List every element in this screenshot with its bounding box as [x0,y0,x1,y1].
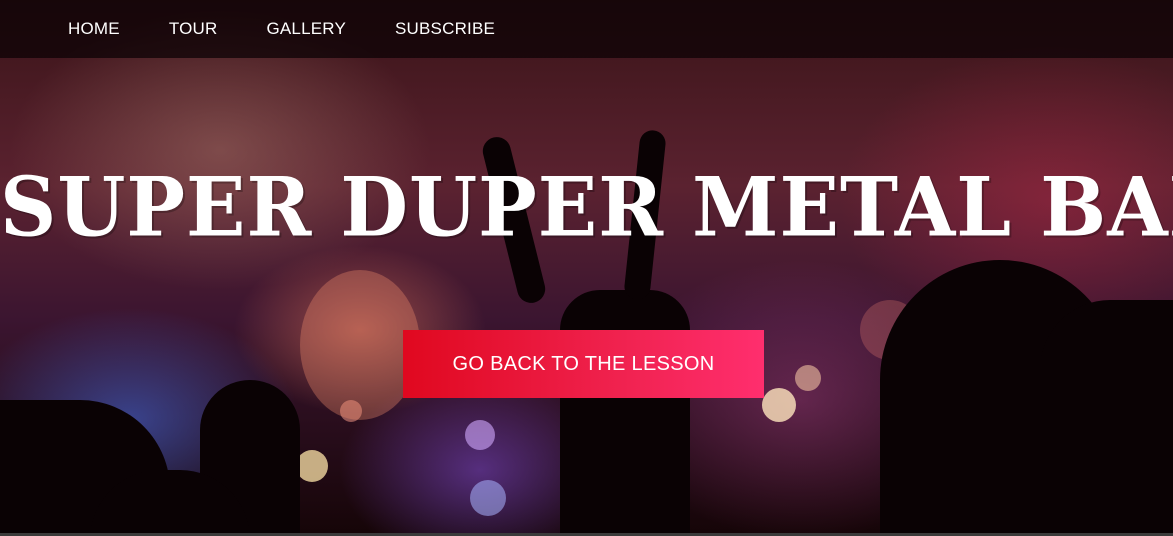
top-navbar: HOME TOUR GALLERY SUBSCRIBE [0,0,1173,58]
stage-light [300,270,420,420]
crowd-silhouette [0,400,170,533]
stage-light [340,400,362,422]
crowd-silhouette [1040,300,1173,533]
crowd-silhouette [560,290,690,533]
stage-light [762,388,796,422]
nav-gallery-link[interactable]: GALLERY [266,19,346,39]
stage-light [860,300,920,360]
go-back-to-lesson-button[interactable]: GO BACK TO THE LESSON [403,330,764,398]
stage-light [465,420,495,450]
nav-home-link[interactable]: HOME [68,19,120,39]
stage-light [795,365,821,391]
band-title: SUPER DUPER METAL BAND [0,159,1173,256]
crowd-silhouette [200,380,300,533]
crowd-silhouette [90,470,250,533]
crowd-silhouette [880,260,1120,533]
hero-section: HOME TOUR GALLERY SUBSCRIBE SUPER DUPER … [0,0,1173,533]
nav-tour-link[interactable]: TOUR [169,19,218,39]
nav-subscribe-link[interactable]: SUBSCRIBE [395,19,495,39]
stage-light [470,480,506,516]
stage-light [296,450,328,482]
